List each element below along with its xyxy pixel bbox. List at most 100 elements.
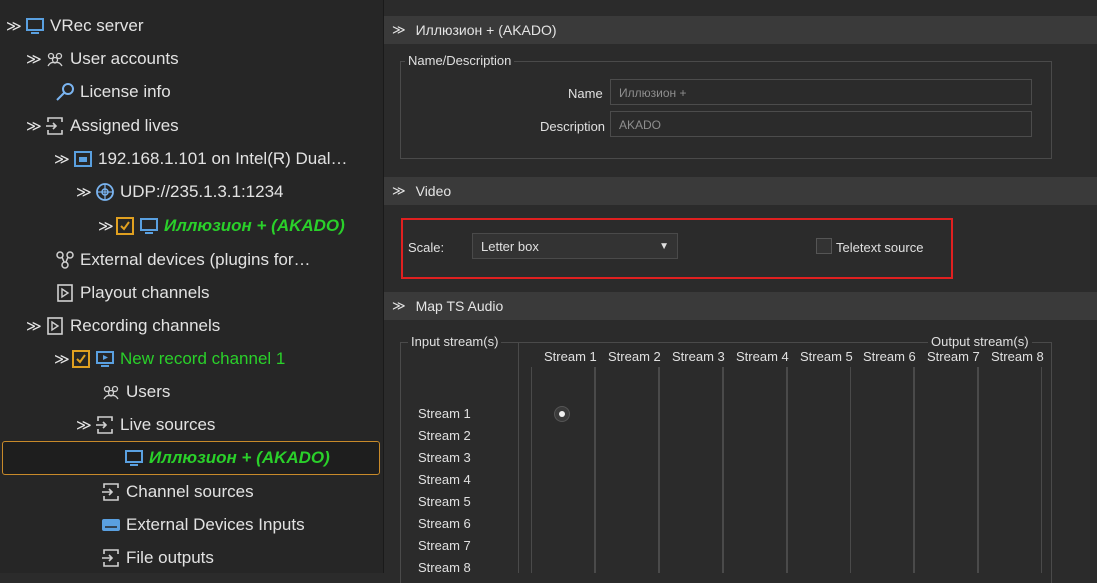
stream-column xyxy=(978,367,1042,573)
tree-item-users[interactable]: Users xyxy=(100,376,170,408)
row-label: Stream 7 xyxy=(418,538,471,553)
map-ts-audio-header[interactable]: ≫ Map TS Audio xyxy=(384,292,1097,320)
tree-item-channel-sources[interactable]: Channel sources xyxy=(100,476,254,508)
tree-item-label: 192.168.1.101 on Intel(R) Dual… xyxy=(98,149,348,168)
tree-item-license-info[interactable]: License info xyxy=(54,76,171,108)
users-icon xyxy=(100,381,122,403)
row-label: Stream 1 xyxy=(418,406,471,421)
tree-item-external-devices-inputs[interactable]: External Devices Inputs xyxy=(100,509,305,541)
stream-column xyxy=(659,367,723,573)
chevron-right-icon[interactable]: ≫ xyxy=(26,50,44,68)
key-icon xyxy=(54,81,76,103)
chevron-down-icon[interactable]: ≫ xyxy=(392,298,406,314)
row-label: Stream 3 xyxy=(418,450,471,465)
properties-panel: ≫ Иллюзион + (AKADO) Name/Description Na… xyxy=(384,0,1097,583)
tree-item-label: License info xyxy=(80,82,171,101)
chevron-down-icon[interactable]: ≫ xyxy=(54,350,72,368)
object-title: Иллюзион + (AKADO) xyxy=(415,22,557,38)
io-icon xyxy=(100,481,122,503)
description-field[interactable]: AKADO xyxy=(610,111,1032,137)
column-header: Stream 8 xyxy=(991,349,1044,364)
chevron-down-icon[interactable]: ≫ xyxy=(26,117,44,135)
chevron-down-icon[interactable]: ≫ xyxy=(76,183,94,201)
scale-dropdown[interactable]: Letter box ▼ xyxy=(472,233,678,259)
row-label: Stream 6 xyxy=(418,516,471,531)
monitor-icon xyxy=(24,15,46,37)
tree-item-label: Users xyxy=(126,382,171,401)
stream-column xyxy=(531,367,595,573)
name-field[interactable]: Иллюзион + xyxy=(610,79,1032,105)
tree-item-illusion-selected[interactable]: Иллюзион + (AKADO) xyxy=(2,441,380,475)
tree-item-label: Recording channels xyxy=(70,316,221,335)
radio-dot xyxy=(559,411,565,417)
tree-item-label: Channel sources xyxy=(126,482,254,501)
tree-item-user-accounts[interactable]: ≫ User accounts xyxy=(26,43,179,75)
tree-item-label: External devices (plugins for… xyxy=(80,250,311,269)
video-section-header[interactable]: ≫ Video xyxy=(384,177,1097,205)
grid-divider xyxy=(518,342,519,573)
scale-value: Letter box xyxy=(481,238,539,254)
input-streams-legend: Input stream(s) xyxy=(408,334,502,349)
tree-item-illusion-live[interactable]: ≫ Иллюзион + (AKADO) xyxy=(98,210,345,242)
channel-icon xyxy=(54,282,76,304)
tree-item-label: External Devices Inputs xyxy=(126,515,305,534)
tree-item-assigned-lives[interactable]: ≫ Assigned lives xyxy=(26,110,179,142)
tree-sidebar: ≫ VRec server ≫ User accounts License in… xyxy=(0,0,384,573)
tree-item-label: User accounts xyxy=(70,49,179,68)
enabled-checkbox[interactable] xyxy=(72,350,90,368)
tree-item-new-record-channel[interactable]: ≫ New record channel 1 xyxy=(54,343,285,375)
io-icon xyxy=(44,115,66,137)
monitor-icon xyxy=(138,215,160,237)
tree-item-label: UDP://235.1.3.1:1234 xyxy=(120,182,284,201)
tree-item-file-outputs[interactable]: File outputs xyxy=(100,542,214,574)
tree-item-label: Live sources xyxy=(120,415,216,434)
column-header: Stream 3 xyxy=(672,349,725,364)
chevron-right-icon[interactable]: ≫ xyxy=(98,217,116,235)
teletext-label: Teletext source xyxy=(836,240,924,255)
enabled-checkbox[interactable] xyxy=(116,217,134,235)
name-description-legend: Name/Description xyxy=(405,53,515,68)
column-header: Stream 2 xyxy=(608,349,661,364)
stream-column xyxy=(787,367,851,573)
stream-column xyxy=(914,367,978,573)
tree-item-label: Assigned lives xyxy=(70,116,179,135)
tree-item-live-sources[interactable]: ≫ Live sources xyxy=(76,409,215,441)
chevron-down-icon[interactable]: ≫ xyxy=(6,17,24,35)
chevron-down-icon[interactable]: ≫ xyxy=(392,22,406,38)
column-header: Stream 6 xyxy=(863,349,916,364)
dropdown-arrow-icon: ▼ xyxy=(659,240,669,252)
chevron-down-icon[interactable]: ≫ xyxy=(54,150,72,168)
tree-item-label: New record channel 1 xyxy=(120,349,286,368)
object-header[interactable]: ≫ Иллюзион + (AKADO) xyxy=(384,16,1097,44)
tree-item-external-devices[interactable]: External devices (plugins for… xyxy=(54,244,311,276)
globe-icon xyxy=(94,181,116,203)
tree-item-label: Иллюзион + (AKADO) xyxy=(164,216,345,235)
tree-item-recording-channels[interactable]: ≫ Recording channels xyxy=(26,310,220,342)
map-ts-audio-title: Map TS Audio xyxy=(415,298,504,314)
output-streams-legend: Output stream(s) xyxy=(928,334,1032,349)
tree-item-label: File outputs xyxy=(126,548,214,567)
chevron-down-icon[interactable]: ≫ xyxy=(26,317,44,335)
stream-column xyxy=(723,367,787,573)
tree-item-vrec-server[interactable]: ≫ VRec server xyxy=(6,10,144,42)
monitor-icon xyxy=(123,447,145,469)
description-label: Description xyxy=(540,119,606,134)
column-header: Stream 1 xyxy=(544,349,597,364)
column-header: Stream 7 xyxy=(927,349,980,364)
tree-item-label: Playout channels xyxy=(80,283,210,302)
row-label: Stream 5 xyxy=(418,494,471,509)
column-header: Stream 5 xyxy=(800,349,853,364)
chevron-down-icon[interactable]: ≫ xyxy=(76,416,94,434)
keyboard-icon xyxy=(100,514,122,536)
stream-column xyxy=(850,367,914,573)
chevron-down-icon[interactable]: ≫ xyxy=(392,183,406,199)
io-icon xyxy=(94,414,116,436)
tree-item-network-interface[interactable]: ≫ 192.168.1.101 on Intel(R) Dual… xyxy=(54,143,348,175)
channel-icon xyxy=(44,315,66,337)
teletext-checkbox[interactable] xyxy=(816,238,832,254)
network-card-icon xyxy=(72,148,94,170)
video-section-title: Video xyxy=(415,183,452,199)
tree-item-udp-stream[interactable]: ≫ UDP://235.1.3.1:1234 xyxy=(76,176,284,208)
mapping-radio-selected[interactable] xyxy=(554,406,570,422)
tree-item-playout-channels[interactable]: Playout channels xyxy=(54,277,209,309)
